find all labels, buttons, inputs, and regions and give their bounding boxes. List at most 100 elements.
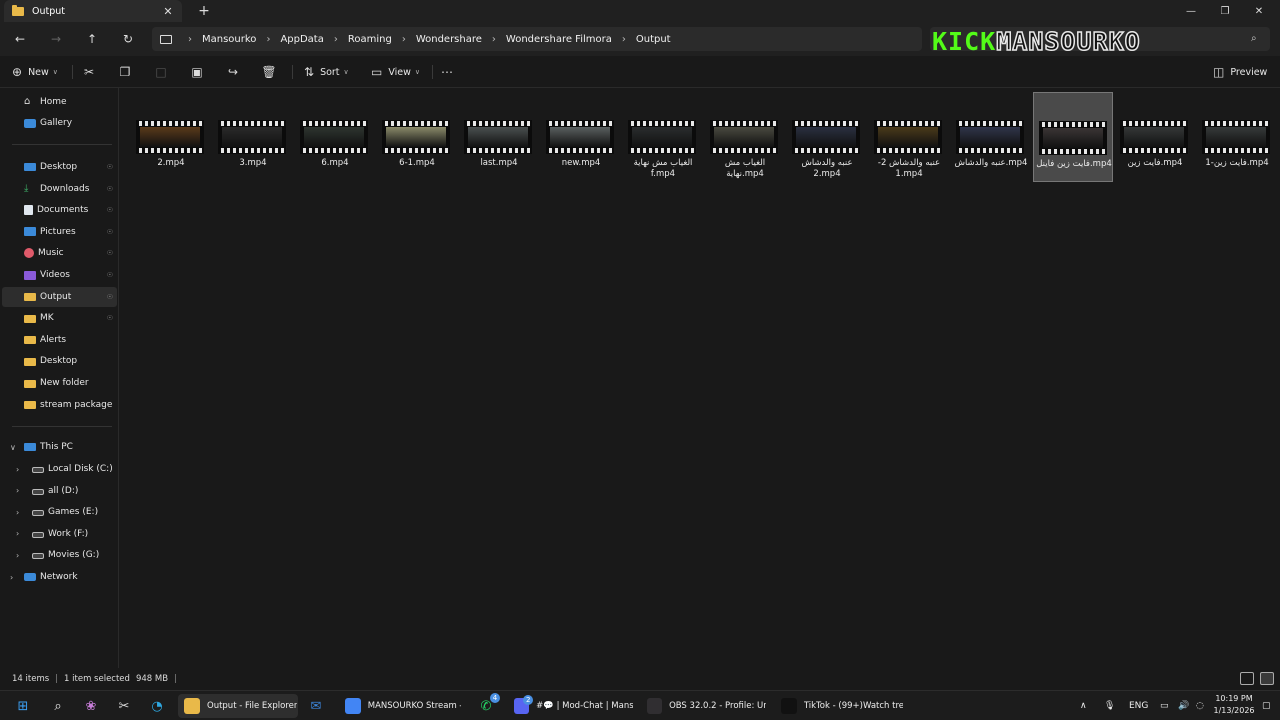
breadcrumb-item[interactable]: Wondershare [410, 34, 488, 45]
snipping-tool-icon[interactable]: ✂ [114, 696, 134, 716]
pin-icon[interactable]: ☉ [107, 293, 113, 301]
pin-icon[interactable]: ☉ [107, 206, 113, 214]
close-tab-icon[interactable]: ✕ [160, 3, 176, 19]
share-button[interactable]: ↪ [226, 62, 246, 82]
chevron-right-icon[interactable]: › [330, 34, 342, 45]
sidebar-item-drive[interactable]: › Local Disk (C:) [2, 459, 117, 479]
sidebar-item-output[interactable]: Output ☉ [2, 286, 117, 307]
sidebar-item-new-folder[interactable]: New folder [2, 373, 117, 393]
outlook-icon[interactable]: ✉ [306, 696, 326, 716]
microphone-icon[interactable]: 🎙 [1104, 696, 1115, 716]
chevron-right-icon[interactable]: › [488, 34, 500, 45]
chevron-right-icon[interactable]: › [184, 34, 196, 45]
chevron-right-icon[interactable]: › [16, 508, 19, 517]
taskbar-app[interactable]: 2 #💬 | Mod-Chat | Mansc [508, 694, 633, 718]
pin-icon[interactable]: ☉ [107, 228, 113, 236]
breadcrumb[interactable]: › Mansourko › AppData › Roaming › Wonder… [152, 27, 922, 51]
sidebar-item-documents[interactable]: Documents ☉ [2, 200, 117, 220]
sort-button[interactable]: ⇅ Sort ∨ [304, 62, 349, 82]
whatsapp-icon[interactable]: ✆ 4 [476, 693, 500, 716]
file-item[interactable]: فايت زين.mp4 [1115, 92, 1195, 182]
breadcrumb-item[interactable]: AppData [274, 34, 329, 45]
maximize-button[interactable]: ❐ [1208, 0, 1242, 22]
breadcrumb-item[interactable]: Wondershare Filmora [500, 34, 618, 45]
paste-button[interactable]: □ [154, 62, 174, 82]
sidebar-item-alerts[interactable]: Alerts [2, 330, 117, 350]
sidebar-item-drive[interactable]: › Games (E:) [2, 502, 117, 522]
sidebar-item-desktop[interactable]: Desktop [2, 351, 117, 371]
sidebar-item-mk[interactable]: MK ☉ [2, 308, 117, 328]
pin-icon[interactable]: ☉ [107, 314, 113, 322]
notification-bell-icon[interactable]: ▢ [1262, 696, 1271, 716]
chevron-right-icon[interactable]: › [10, 573, 13, 582]
taskbar-app[interactable]: Output - File Explorer [178, 694, 298, 718]
details-view-button[interactable] [1240, 672, 1254, 685]
sidebar-item-this-pc[interactable]: ∨ This PC [2, 437, 117, 457]
sidebar-item-drive[interactable]: › Work (F:) [2, 524, 117, 544]
sidebar-item-desktop[interactable]: Desktop ☉ [2, 157, 117, 177]
file-item[interactable]: 6.mp4 [295, 92, 375, 182]
sidebar-item-music[interactable]: Music ☉ [2, 243, 117, 263]
taskbar-app[interactable]: MANSOURKO Stream - [339, 694, 461, 718]
pin-icon[interactable]: ☉ [107, 249, 113, 257]
file-item[interactable]: last.mp4 [459, 92, 539, 182]
view-button[interactable]: ▭ View ∨ [371, 62, 420, 82]
clock[interactable]: 10:19 PM 1/13/2026 [1212, 693, 1256, 717]
close-window-button[interactable]: ✕ [1242, 0, 1276, 22]
copilot-icon[interactable]: ❀ [81, 696, 101, 716]
pin-icon[interactable]: ☉ [107, 163, 113, 171]
breadcrumb-item[interactable]: Output [630, 34, 677, 45]
sidebar-item-drive[interactable]: › Movies (G:) [2, 545, 117, 565]
file-item[interactable]: فايت زين فاينل.mp4 [1033, 92, 1113, 182]
tiles-view-button[interactable] [1260, 672, 1274, 685]
chevron-right-icon[interactable]: › [16, 529, 19, 538]
taskbar-app[interactable]: OBS 32.0.2 - Profile: Unt [641, 694, 766, 718]
file-item[interactable]: عنبه والدشاش 2-1.mp4 [869, 92, 949, 182]
file-item[interactable]: new.mp4 [541, 92, 621, 182]
tab-output[interactable]: Output ✕ [4, 0, 182, 22]
chevron-right-icon[interactable]: › [618, 34, 630, 45]
edge-icon[interactable]: ◔ [147, 696, 167, 716]
delete-button[interactable]: 🗑 [261, 62, 282, 82]
search-icon[interactable]: ⌕ [48, 696, 68, 716]
sidebar-item-videos[interactable]: Videos ☉ [2, 265, 117, 285]
sidebar-item-downloads[interactable]: ⤓ Downloads ☉ [2, 179, 117, 199]
breadcrumb-item[interactable]: Roaming [342, 34, 398, 45]
file-item[interactable]: عنبه والدشاش 2.mp4 [787, 92, 867, 182]
sidebar-item-stream-package[interactable]: stream package [2, 395, 117, 415]
chevron-right-icon[interactable]: › [16, 486, 19, 495]
pin-icon[interactable]: ☉ [107, 271, 113, 279]
new-tab-button[interactable]: + [196, 3, 212, 19]
language-indicator[interactable]: ENG [1129, 696, 1148, 716]
windows-start-icon[interactable]: ⊞ [13, 696, 33, 716]
display-icon[interactable]: ▭ [1160, 696, 1169, 716]
network-tray-icon[interactable]: ◌ [1196, 696, 1204, 716]
show-hidden-icons-button[interactable]: ∧ [1080, 696, 1087, 716]
copy-button[interactable]: ❐ [118, 62, 138, 82]
breadcrumb-item[interactable]: Mansourko [196, 34, 262, 45]
chevron-right-icon[interactable]: › [16, 465, 19, 474]
file-item[interactable]: فايت زين-1.mp4 [1197, 92, 1277, 182]
chevron-down-icon[interactable]: ∨ [10, 443, 16, 452]
sidebar-item-drive[interactable]: › all (D:) [2, 481, 117, 501]
file-item[interactable]: 3.mp4 [213, 92, 293, 182]
preview-button[interactable]: ◫ Preview [1213, 62, 1267, 82]
new-button[interactable]: ⊕ New ∨ [12, 62, 58, 82]
more-options-button[interactable]: ⋯ [440, 62, 460, 82]
taskbar-app[interactable]: TikTok - (99+)Watch tre [775, 694, 903, 718]
pin-icon[interactable]: ☉ [107, 185, 113, 193]
file-item[interactable]: 6-1.mp4 [377, 92, 457, 182]
volume-icon[interactable]: 🔊 [1178, 696, 1189, 716]
sidebar-item-network[interactable]: › Network [2, 567, 117, 587]
cut-button[interactable]: ✂ [82, 62, 102, 82]
rename-button[interactable]: ▣ [190, 62, 210, 82]
file-item[interactable]: 2.mp4 [131, 92, 211, 182]
minimize-button[interactable]: — [1174, 0, 1208, 22]
this-pc-icon[interactable] [160, 34, 172, 44]
back-button[interactable]: ← [11, 30, 29, 48]
up-button[interactable]: ↑ [83, 30, 101, 48]
chevron-right-icon[interactable]: › [16, 551, 19, 560]
file-list[interactable]: 2.mp4 3.mp4 6.mp4 6-1.mp4 last.mp4 new.mp4 الغ… [120, 88, 1280, 668]
file-item[interactable]: الغياب مش نهاية f.mp4 [623, 92, 703, 182]
chevron-right-icon[interactable]: › [398, 34, 410, 45]
